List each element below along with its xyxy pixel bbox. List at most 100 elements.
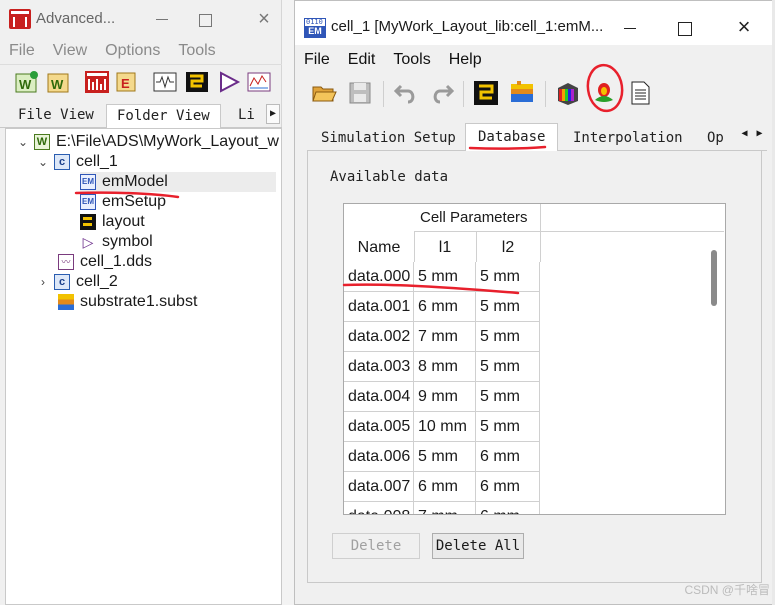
substrate-icon[interactable] (509, 80, 535, 106)
tree-item-dds[interactable]: 〰 cell_1.dds (58, 252, 152, 272)
row-l2-cell[interactable]: 6 mm (476, 502, 540, 514)
tab-simulation-setup[interactable]: Simulation Setup (309, 127, 468, 151)
row-l1-cell[interactable]: 7 mm (414, 502, 476, 514)
row-l2-cell[interactable]: 5 mm (476, 382, 540, 412)
row-l1-cell[interactable]: 10 mm (414, 412, 476, 442)
tab-file-view[interactable]: File View (8, 104, 104, 128)
expand-caret-icon[interactable]: ⌄ (16, 135, 30, 149)
row-l2-cell[interactable]: 5 mm (476, 352, 540, 382)
material-cube-icon[interactable] (555, 80, 581, 106)
workspace-icon: W (34, 134, 50, 150)
minimize-button[interactable] (617, 15, 643, 41)
row-l1-cell[interactable]: 5 mm (414, 262, 476, 292)
row-l2-cell[interactable]: 5 mm (476, 262, 540, 292)
maximize-button[interactable] (193, 8, 217, 32)
tree-item-cell-2[interactable]: › c cell_2 (36, 272, 118, 292)
tab-scroll-right-icon[interactable]: ▶ (266, 104, 280, 124)
row-name-cell[interactable]: data.004 (344, 382, 414, 412)
menu-view[interactable]: View (48, 40, 92, 64)
tree-item-cell-1[interactable]: ⌄ c cell_1 (36, 152, 118, 172)
undo-icon[interactable] (393, 80, 419, 106)
row-l1-cell[interactable]: 7 mm (414, 322, 476, 352)
save-icon[interactable] (347, 80, 373, 106)
row-l1-cell[interactable]: 8 mm (414, 352, 476, 382)
tree-item-label: substrate1.subst (80, 293, 198, 310)
column-header-name[interactable]: Name (344, 234, 414, 262)
tab-scroll-left-icon[interactable]: ◀ (737, 124, 752, 144)
row-name-cell[interactable]: data.005 (344, 412, 414, 442)
back-tab-bar: File View Folder View Li ▶ (0, 102, 282, 128)
tree-item-label: symbol (102, 233, 153, 250)
new-workspace-icon[interactable]: W (14, 70, 40, 94)
column-header-l2[interactable]: l2 (476, 234, 540, 262)
cell-icon: c (54, 154, 70, 170)
row-l1-cell[interactable]: 5 mm (414, 442, 476, 472)
tab-options[interactable]: Op (695, 127, 736, 151)
tab-scroll-right-icon[interactable]: ▶ (752, 124, 767, 144)
row-l1-cell[interactable]: 6 mm (414, 472, 476, 502)
watermark: CSDN @千啥冒 (684, 583, 770, 597)
redo-icon[interactable] (429, 80, 455, 106)
close-button[interactable]: × (731, 15, 757, 41)
tab-library-view[interactable]: Li (228, 104, 265, 128)
minimize-button[interactable] (150, 8, 174, 32)
new-design-icon[interactable]: E (114, 70, 140, 94)
row-l2-cell[interactable]: 6 mm (476, 442, 540, 472)
delete-button[interactable]: Delete (332, 533, 420, 559)
svg-text:E: E (121, 76, 130, 91)
row-l2-cell[interactable]: 5 mm (476, 292, 540, 322)
menu-edit[interactable]: Edit (342, 49, 382, 73)
row-name-cell[interactable]: data.001 (344, 292, 414, 322)
tree-item-em-model[interactable]: EM emModel (80, 172, 276, 192)
close-button[interactable]: × (252, 8, 276, 32)
tree-item-em-setup[interactable]: EM emSetup (80, 192, 166, 212)
available-data-label: Available data (330, 169, 449, 185)
front-menu-bar: File Edit Tools Help (295, 49, 774, 73)
open-workspace-icon[interactable]: W (46, 70, 72, 94)
row-name-cell[interactable]: data.008 (344, 502, 414, 514)
row-name-cell[interactable]: data.002 (344, 322, 414, 352)
available-data-table[interactable]: Cell Parameters Name l1 l2 data.000 5 mm 5… (343, 203, 726, 515)
document-icon[interactable] (627, 80, 653, 106)
menu-help[interactable]: Help (443, 49, 488, 73)
row-name-cell[interactable]: data.000 (344, 262, 414, 292)
tree-item-substrate[interactable]: substrate1.subst (58, 292, 197, 312)
row-name-cell[interactable]: data.007 (344, 472, 414, 502)
back-title-bar: Advanced... × (0, 0, 281, 40)
schematic-icon[interactable] (152, 70, 178, 94)
expand-caret-icon[interactable]: › (36, 275, 50, 289)
tree-item-workspace[interactable]: ⌄ W E:\File\ADS\MyWork_Layout_w (16, 132, 279, 152)
menu-tools[interactable]: Tools (387, 49, 436, 73)
data-display-icon[interactable] (246, 70, 272, 94)
menu-tools[interactable]: Tools (173, 40, 220, 64)
column-header-l1[interactable]: l1 (414, 234, 476, 262)
symbol-icon[interactable] (216, 70, 242, 94)
radiation-pattern-icon[interactable] (591, 80, 617, 106)
row-l2-cell[interactable]: 5 mm (476, 322, 540, 352)
maximize-button[interactable] (671, 15, 697, 41)
tab-interpolation[interactable]: Interpolation (561, 127, 695, 151)
tab-database[interactable]: Database (465, 123, 559, 152)
table-scrollbar-thumb[interactable] (711, 250, 717, 306)
group-header-label: Cell Parameters (420, 209, 528, 226)
layout-icon[interactable] (184, 70, 210, 94)
em-model-icon: EM (80, 174, 96, 190)
tree-item-symbol[interactable]: ▷ symbol (80, 232, 153, 252)
row-name-cell[interactable]: data.006 (344, 442, 414, 472)
ads-main-icon[interactable] (84, 70, 110, 94)
delete-all-button[interactable]: Delete All (432, 533, 524, 559)
layout-view-icon[interactable] (473, 80, 499, 106)
row-l2-cell[interactable]: 6 mm (476, 472, 540, 502)
row-l1-cell[interactable]: 6 mm (414, 292, 476, 322)
row-l1-cell[interactable]: 9 mm (414, 382, 476, 412)
tab-folder-view[interactable]: Folder View (106, 104, 221, 128)
tree-item-layout[interactable]: layout (80, 212, 145, 232)
menu-file[interactable]: File (298, 49, 336, 73)
row-name-cell[interactable]: data.003 (344, 352, 414, 382)
menu-file[interactable]: File (4, 40, 40, 64)
row-l2-cell[interactable]: 5 mm (476, 412, 540, 442)
expand-caret-icon[interactable]: ⌄ (36, 155, 50, 169)
front-tab-bar: Simulation Setup Database Interpolation … (307, 123, 767, 152)
open-folder-icon[interactable] (311, 80, 337, 106)
menu-options[interactable]: Options (100, 40, 165, 64)
